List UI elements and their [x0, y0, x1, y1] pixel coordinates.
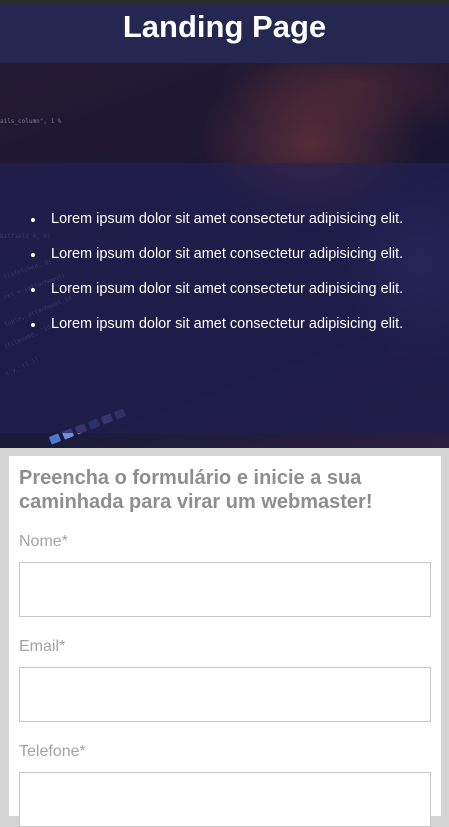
form-title: Preencha o formulário e inicie a sua cam… [19, 467, 373, 513]
feature-item: Lorem ipsum dolor sit amet consectetur a… [30, 281, 440, 316]
feature-item: Lorem ipsum dolor sit amet consectetur a… [30, 316, 440, 351]
name-field-group: Nome* [19, 533, 431, 617]
phone-label: Telefone* [19, 743, 86, 760]
phone-field-group: Telefone* [19, 743, 431, 827]
feature-item: Lorem ipsum dolor sit amet consectetur a… [30, 246, 440, 281]
email-input[interactable] [19, 667, 431, 722]
hero-section: ails_column", 1 % bitfield 4, 0) (isfetc… [0, 63, 449, 448]
name-label: Nome* [19, 533, 68, 550]
name-input[interactable] [19, 562, 431, 617]
email-field-group: Email* [19, 638, 431, 722]
phone-input[interactable] [19, 772, 431, 827]
page-title: Landing Page [122, 9, 327, 44]
site-header: Landing Page [0, 3, 449, 63]
signup-form: Preencha o formulário e inicie a sua cam… [9, 456, 441, 827]
feature-item: Lorem ipsum dolor sit amet consectetur a… [30, 211, 440, 246]
feature-list: Lorem ipsum dolor sit amet consectetur a… [30, 211, 440, 351]
email-label: Email* [19, 638, 66, 655]
hero-photo-band [0, 63, 449, 163]
